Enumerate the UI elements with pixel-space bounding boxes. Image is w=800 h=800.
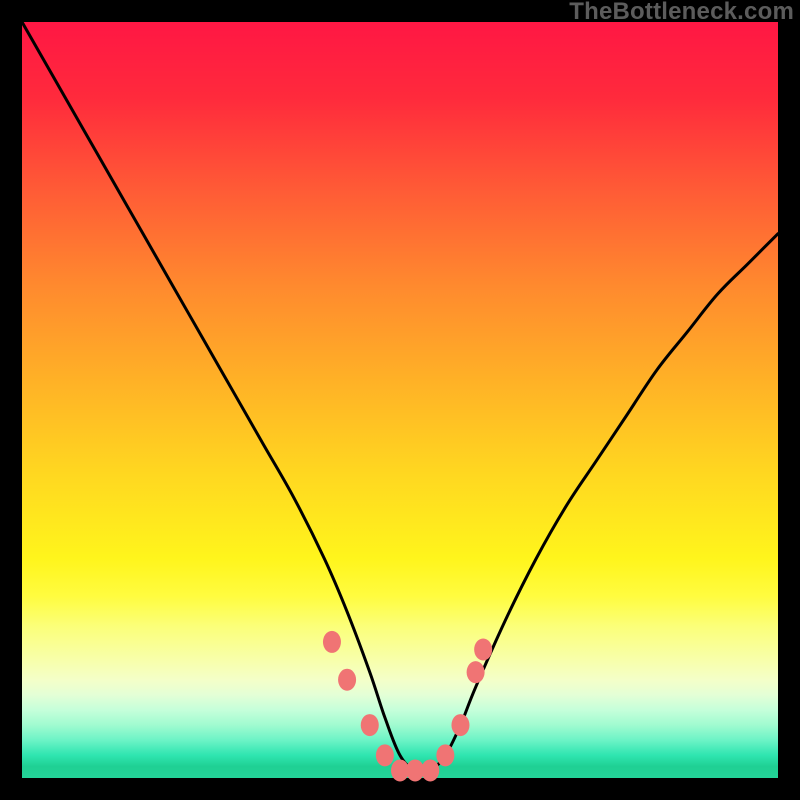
curve-marker xyxy=(467,661,485,683)
curve-marker xyxy=(451,714,469,736)
curve-marker xyxy=(421,759,439,781)
bottleneck-curve xyxy=(22,22,778,772)
curve-marker xyxy=(361,714,379,736)
watermark-text: TheBottleneck.com xyxy=(569,0,794,24)
chart-frame: TheBottleneck.com xyxy=(0,0,800,800)
curve-marker xyxy=(338,669,356,691)
curve-marker xyxy=(474,638,492,660)
chart-svg xyxy=(22,22,778,778)
curve-marker xyxy=(436,744,454,766)
curve-marker xyxy=(376,744,394,766)
curve-marker xyxy=(323,631,341,653)
